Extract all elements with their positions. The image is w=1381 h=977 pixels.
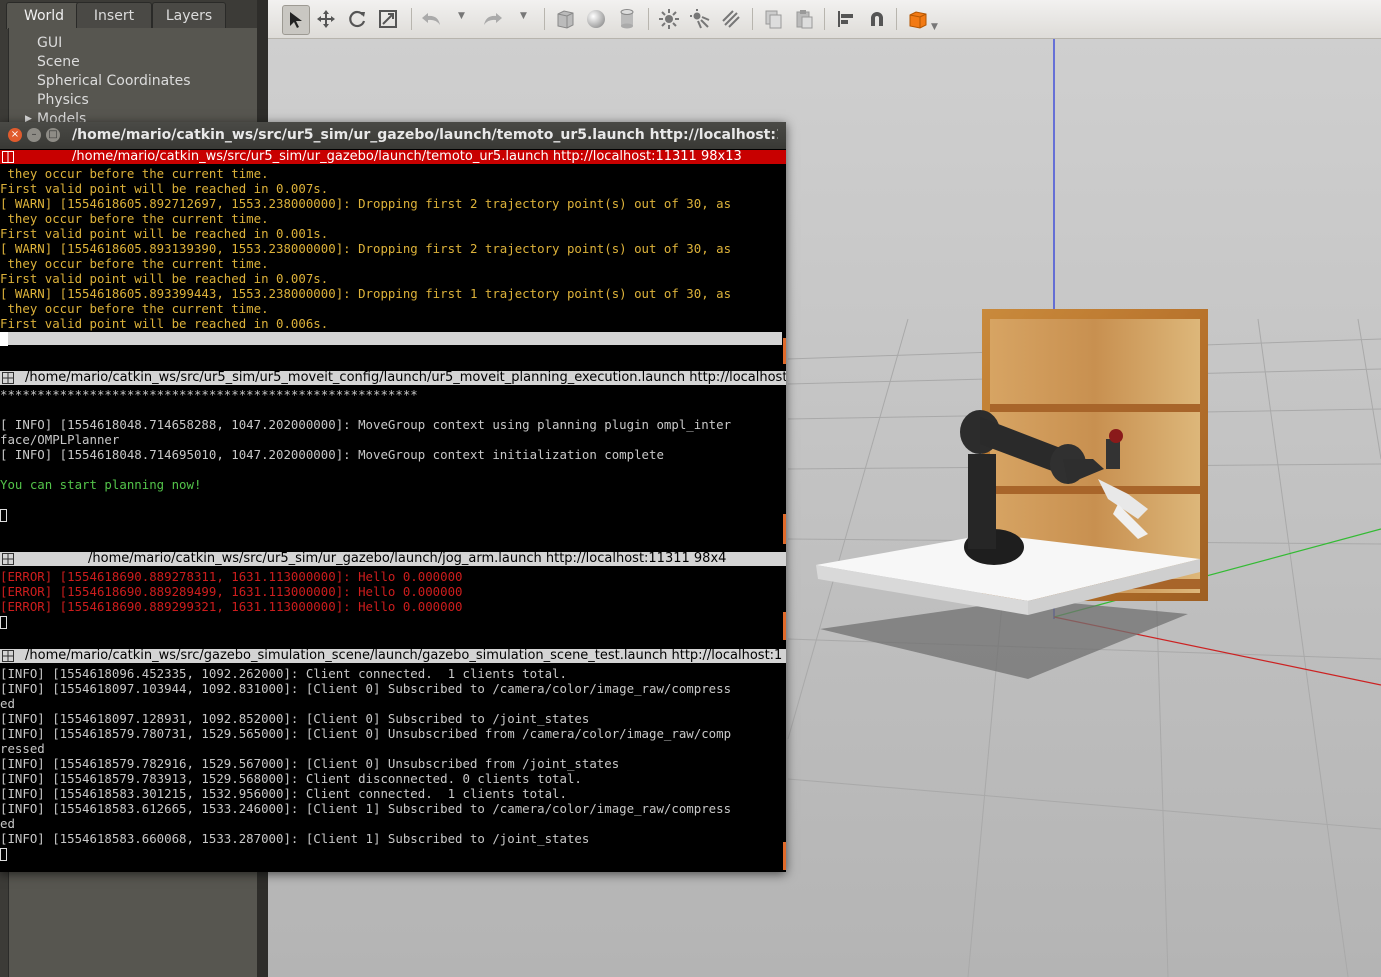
cursor — [0, 848, 7, 861]
pane-title: /home/mario/catkin_ws/src/ur5_sim/ur5_mo… — [25, 371, 786, 385]
terminal-line: [ WARN] [1554618605.892712697, 1553.2380… — [0, 196, 732, 211]
point-light-icon[interactable] — [656, 5, 682, 33]
pane-grid-icon[interactable] — [2, 553, 14, 565]
pane-title: /home/mario/catkin_ws/src/ur5_sim/ur_gaz… — [72, 150, 742, 164]
terminal-line: First valid point will be reached in 0.0… — [0, 181, 329, 196]
paste-icon[interactable] — [791, 5, 817, 33]
tab-layers[interactable]: Layers — [152, 2, 226, 29]
tree-item-spherical-coordinates[interactable]: Spherical Coordinates — [37, 73, 191, 89]
terminal-line: they occur before the current time. — [0, 166, 269, 181]
rotate-icon[interactable] — [344, 5, 370, 33]
scale-icon[interactable] — [375, 5, 401, 33]
terminal-line: [ERROR] [1554618690.889278311, 1631.1130… — [0, 569, 463, 584]
panel-tabs: World Insert Layers — [0, 0, 262, 29]
terminal-line: [INFO] [1554618583.301215, 1532.956000]:… — [0, 786, 567, 801]
scroll-indicator[interactable] — [783, 612, 786, 640]
window-titlebar[interactable]: × – □ /home/mario/catkin_ws/src/ur5_sim/… — [0, 122, 786, 149]
select-arrow-icon[interactable] — [282, 5, 310, 35]
terminal-line: [ INFO] [1554618048.714658288, 1047.2020… — [0, 417, 732, 432]
terminal-line: [INFO] [1554618583.660068, 1533.287000]:… — [0, 831, 590, 846]
minimize-icon[interactable]: – — [27, 128, 41, 142]
pane-header-jog-arm[interactable]: /home/mario/catkin_ws/src/ur5_sim/ur_gaz… — [0, 552, 786, 566]
terminal-line: [INFO] [1554618579.783913, 1529.568000]:… — [0, 771, 582, 786]
tab-world[interactable]: World — [6, 2, 82, 29]
cursor — [0, 509, 7, 522]
translate-icon[interactable] — [313, 5, 339, 33]
terminal-line: they occur before the current time. — [0, 256, 269, 271]
terminal-line: [INFO] [1554618097.103944, 1092.831000]:… — [0, 681, 732, 696]
align-icon[interactable] — [833, 5, 859, 33]
copy-icon[interactable] — [760, 5, 786, 33]
terminal-line: they occur before the current time. — [0, 301, 269, 316]
redo-icon[interactable] — [480, 5, 506, 33]
terminal-line — [0, 846, 784, 861]
window-title: /home/mario/catkin_ws/src/ur5_sim/ur_gaz… — [72, 127, 778, 143]
pane-header-temoto[interactable]: /home/mario/catkin_ws/src/ur5_sim/ur_gaz… — [0, 150, 786, 164]
toolbar: ▼ ▼ ▼ — [268, 0, 1381, 39]
terminal-line — [0, 507, 784, 522]
terminal-line: [ERROR] [1554618690.889289499, 1631.1130… — [0, 584, 463, 599]
terminal-line: ed — [0, 696, 15, 711]
redo-dropdown-icon[interactable]: ▼ — [520, 11, 527, 21]
terminal-line: First valid point will be reached in 0.0… — [0, 271, 329, 286]
terminal-line: [ WARN] [1554618605.893399443, 1553.2380… — [0, 286, 732, 301]
color-dropdown-icon[interactable]: ▼ — [931, 22, 938, 32]
pane-scrollbar[interactable] — [8, 332, 782, 345]
terminal-line: face/OMPLPlanner — [0, 432, 120, 447]
scroll-indicator[interactable] — [783, 514, 786, 544]
pane-title: /home/mario/catkin_ws/src/gazebo_simulat… — [25, 649, 783, 663]
directional-light-icon[interactable] — [718, 5, 744, 33]
terminal-line: [ WARN] [1554618605.893139390, 1553.2380… — [0, 241, 732, 256]
pane-output-simulation-scene[interactable]: [INFO] [1554618096.452335, 1092.262000]:… — [0, 666, 784, 866]
terminal-line: [ERROR] [1554618690.889299321, 1631.1130… — [0, 599, 463, 614]
sphere-icon[interactable] — [583, 5, 609, 33]
terminal-line: [INFO] [1554618097.128931, 1092.852000]:… — [0, 711, 590, 726]
terminal-line: First valid point will be reached in 0.0… — [0, 226, 329, 241]
box-icon[interactable] — [552, 5, 578, 33]
tree-item-scene[interactable]: Scene — [37, 54, 80, 70]
terminal-line: they occur before the current time. — [0, 211, 269, 226]
pane-grid-icon[interactable] — [2, 151, 14, 163]
color-icon[interactable] — [905, 5, 931, 33]
tree-item-gui[interactable]: GUI — [37, 35, 62, 51]
cursor — [0, 332, 8, 346]
terminal-line: First valid point will be reached in 0.0… — [0, 316, 329, 331]
terminal-line: You can start planning now! — [0, 477, 202, 492]
close-icon[interactable]: × — [8, 128, 22, 142]
cylinder-icon[interactable] — [614, 5, 640, 33]
snap-icon[interactable] — [864, 5, 890, 33]
cursor — [0, 616, 7, 629]
terminal-line: [INFO] [1554618579.780731, 1529.565000]:… — [0, 726, 732, 741]
pane-title: /home/mario/catkin_ws/src/ur5_sim/ur_gaz… — [88, 552, 727, 566]
terminal-line: [INFO] [1554618579.782916, 1529.567000]:… — [0, 756, 620, 771]
terminal-line: ed — [0, 816, 15, 831]
terminal-line: ressed — [0, 741, 45, 756]
scroll-indicator[interactable] — [783, 842, 786, 870]
scroll-indicator[interactable] — [783, 338, 786, 364]
pane-header-moveit[interactable]: /home/mario/catkin_ws/src/ur5_sim/ur5_mo… — [0, 371, 786, 385]
pane-grid-icon[interactable] — [2, 372, 14, 384]
terminal-line: [INFO] [1554618096.452335, 1092.262000]:… — [0, 666, 567, 681]
pane-output-jog-arm[interactable]: [ERROR] [1554618690.889278311, 1631.1130… — [0, 569, 784, 634]
undo-dropdown-icon[interactable]: ▼ — [458, 11, 465, 21]
tab-insert[interactable]: Insert — [76, 2, 152, 29]
terminal-line: [ INFO] [1554618048.714695010, 1047.2020… — [0, 447, 664, 462]
pane-header-simulation-scene[interactable]: /home/mario/catkin_ws/src/gazebo_simulat… — [0, 649, 786, 663]
terminal-line: [INFO] [1554618583.612665, 1533.246000]:… — [0, 801, 732, 816]
terminal-line — [0, 614, 784, 629]
terminal-line: ****************************************… — [0, 387, 418, 402]
terminator-window[interactable]: × – □ /home/mario/catkin_ws/src/ur5_sim/… — [0, 122, 786, 872]
undo-icon[interactable] — [418, 5, 444, 33]
pane-output-moveit[interactable]: ****************************************… — [0, 387, 784, 522]
tree-item-physics[interactable]: Physics — [37, 92, 89, 108]
spot-light-icon[interactable] — [687, 5, 713, 33]
pane-output-temoto[interactable]: they occur before the current time. Firs… — [0, 166, 784, 331]
pane-grid-icon[interactable] — [2, 650, 14, 662]
maximize-icon[interactable]: □ — [46, 128, 60, 142]
